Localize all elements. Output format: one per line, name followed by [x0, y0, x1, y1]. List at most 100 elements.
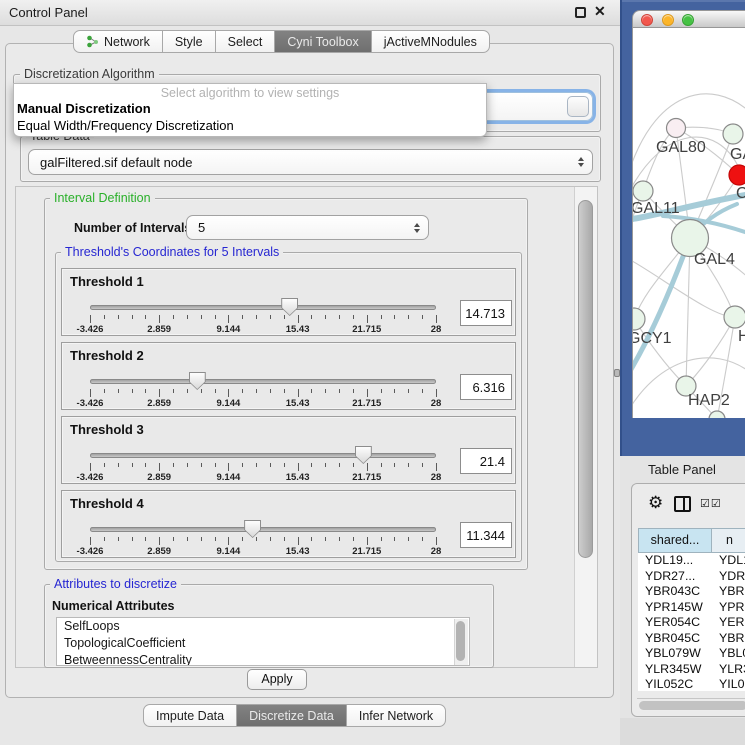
- control-panel-titlebar: Control Panel ✕: [0, 0, 620, 26]
- network-edge-highlighted: [633, 238, 690, 376]
- network-window-titlebar[interactable]: [632, 10, 745, 28]
- cell-name[interactable]: YBR0: [711, 584, 745, 600]
- tab-discretize-data[interactable]: Discretize Data: [236, 704, 347, 727]
- cell-name[interactable]: YDR2: [711, 569, 745, 585]
- threshold-slider-track[interactable]: [90, 305, 436, 310]
- node-label: C: [736, 185, 745, 202]
- cell-name[interactable]: YPR1: [711, 600, 745, 616]
- threshold-value-field[interactable]: 11.344: [460, 522, 512, 548]
- table-body: YDL19...YDL1YDR27...YDR2YBR043CYBR0YPR14…: [638, 553, 745, 691]
- network-canvas[interactable]: GAL80GACGAL11GAL4GCY1HHAP2: [632, 28, 745, 418]
- popup-item-equal-width-frequency[interactable]: Equal Width/Frequency Discretization: [17, 118, 234, 133]
- network-node-red[interactable]: [729, 165, 745, 185]
- network-node-green[interactable]: [633, 181, 653, 201]
- table-row[interactable]: YDR27...YDR2: [638, 569, 745, 585]
- table-row[interactable]: YBL079WYBL0: [638, 646, 745, 662]
- cell-name[interactable]: YBR0: [711, 631, 745, 647]
- threshold-slider-thumb[interactable]: [189, 372, 206, 390]
- tick-label: 28: [431, 472, 442, 483]
- cell-shared-name[interactable]: YIL052C: [638, 677, 711, 691]
- table-row[interactable]: YER054CYER0: [638, 615, 745, 631]
- number-of-intervals-combobox[interactable]: 5: [186, 215, 429, 240]
- node-label: HAP2: [688, 392, 730, 409]
- table-row[interactable]: YPR145WYPR1: [638, 600, 745, 616]
- table-row[interactable]: YDL19...YDL1: [638, 553, 745, 569]
- node-label: H: [738, 328, 745, 345]
- tick-label: 2.859: [147, 472, 171, 483]
- cell-shared-name[interactable]: YBL079W: [638, 646, 711, 662]
- tab-jactivemnodules[interactable]: jActiveMNodules: [371, 30, 490, 53]
- cell-shared-name[interactable]: YDL19...: [638, 553, 711, 569]
- cell-name[interactable]: YLR3: [711, 662, 745, 678]
- column-header-name[interactable]: n: [712, 528, 745, 553]
- table-data-combobox[interactable]: galFiltered.sif default node: [28, 149, 593, 175]
- network-node-green[interactable]: [633, 308, 645, 330]
- horizontal-scrollbar-track[interactable]: [637, 698, 745, 711]
- cell-name[interactable]: YER0: [711, 615, 745, 631]
- numerical-attributes-list[interactable]: SelfLoopsTopologicalCoefficientBetweenne…: [56, 617, 470, 666]
- table-row[interactable]: YBR043CYBR0: [638, 584, 745, 600]
- cell-shared-name[interactable]: YLR345W: [638, 662, 711, 678]
- threshold-slider-track[interactable]: [90, 379, 436, 384]
- apply-button[interactable]: Apply: [247, 669, 307, 690]
- node-label: GAL4: [694, 251, 735, 268]
- float-window-icon[interactable]: [575, 7, 586, 18]
- list-scrollbar-thumb[interactable]: [456, 621, 465, 661]
- slider-ticks: [90, 315, 436, 324]
- tab-impute-data[interactable]: Impute Data: [143, 704, 237, 727]
- cell-name[interactable]: YDL1: [711, 553, 745, 569]
- attribute-list-item[interactable]: BetweennessCentrality: [57, 652, 469, 666]
- vertical-scrollbar-thumb[interactable]: [578, 200, 593, 558]
- cell-name[interactable]: YIL0: [711, 677, 745, 691]
- threshold-label: Threshold 1: [70, 274, 144, 289]
- threshold-slider-thumb[interactable]: [281, 298, 298, 316]
- cell-shared-name[interactable]: YBR045C: [638, 631, 711, 647]
- network-node-green[interactable]: [709, 411, 725, 418]
- horizontal-scrollbar-thumb[interactable]: [639, 701, 745, 710]
- threshold-slider-track[interactable]: [90, 527, 436, 532]
- discretization-algorithm-group-title: Discretization Algorithm: [20, 67, 159, 81]
- zoom-traffic-light[interactable]: [682, 14, 694, 26]
- popup-item-manual-discretization[interactable]: Manual Discretization: [17, 101, 151, 116]
- network-node-pink[interactable]: [667, 119, 686, 138]
- tab-cyni-toolbox[interactable]: Cyni Toolbox: [274, 30, 371, 53]
- threshold-value-field[interactable]: 14.713: [460, 300, 512, 326]
- slider-tick-labels: -3.4262.8599.14415.4321.71528: [90, 472, 436, 483]
- tab-network[interactable]: Network: [73, 30, 163, 53]
- tick-label: 15.43: [286, 546, 310, 557]
- table-row[interactable]: YIL052CYIL0: [638, 677, 745, 691]
- network-edge: [686, 317, 735, 386]
- checkbox-icons[interactable]: ☑☑: [700, 497, 722, 510]
- threshold-value-field[interactable]: 21.4: [460, 448, 512, 474]
- network-node-green[interactable]: [724, 306, 745, 328]
- cell-shared-name[interactable]: YBR043C: [638, 584, 711, 600]
- attribute-list-item[interactable]: TopologicalCoefficient: [57, 635, 469, 652]
- minimize-traffic-light[interactable]: [662, 14, 674, 26]
- gear-icon[interactable]: ⚙: [648, 493, 663, 513]
- combobox-arrow-button[interactable]: [567, 96, 589, 117]
- tick-label: 9.144: [217, 324, 241, 335]
- cell-shared-name[interactable]: YPR145W: [638, 600, 711, 616]
- threshold-value-field[interactable]: 6.316: [460, 374, 512, 400]
- tab-select[interactable]: Select: [215, 30, 276, 53]
- cell-shared-name[interactable]: YER054C: [638, 615, 711, 631]
- table-row[interactable]: YBR045CYBR0: [638, 631, 745, 647]
- list-scrollbar-track[interactable]: [454, 619, 468, 666]
- threshold-slider-thumb[interactable]: [244, 520, 261, 538]
- table-header-row: shared... n: [638, 528, 745, 553]
- table-row[interactable]: YLR345WYLR3: [638, 662, 745, 678]
- network-node-green[interactable]: [723, 124, 743, 144]
- tab-style[interactable]: Style: [162, 30, 216, 53]
- split-pane-handle[interactable]: [614, 369, 620, 377]
- attribute-list-item[interactable]: SelfLoops: [57, 618, 469, 635]
- split-view-icon[interactable]: [674, 496, 691, 512]
- close-traffic-light[interactable]: [641, 14, 653, 26]
- node-label: GAL11: [633, 200, 680, 217]
- cell-name[interactable]: YBL0: [711, 646, 745, 662]
- cell-shared-name[interactable]: YDR27...: [638, 569, 711, 585]
- threshold-slider-track[interactable]: [90, 453, 436, 458]
- column-header-shared-name[interactable]: shared...: [638, 528, 712, 553]
- tab-infer-network[interactable]: Infer Network: [346, 704, 446, 727]
- threshold-slider-thumb[interactable]: [355, 446, 372, 464]
- close-icon[interactable]: ✕: [594, 3, 606, 20]
